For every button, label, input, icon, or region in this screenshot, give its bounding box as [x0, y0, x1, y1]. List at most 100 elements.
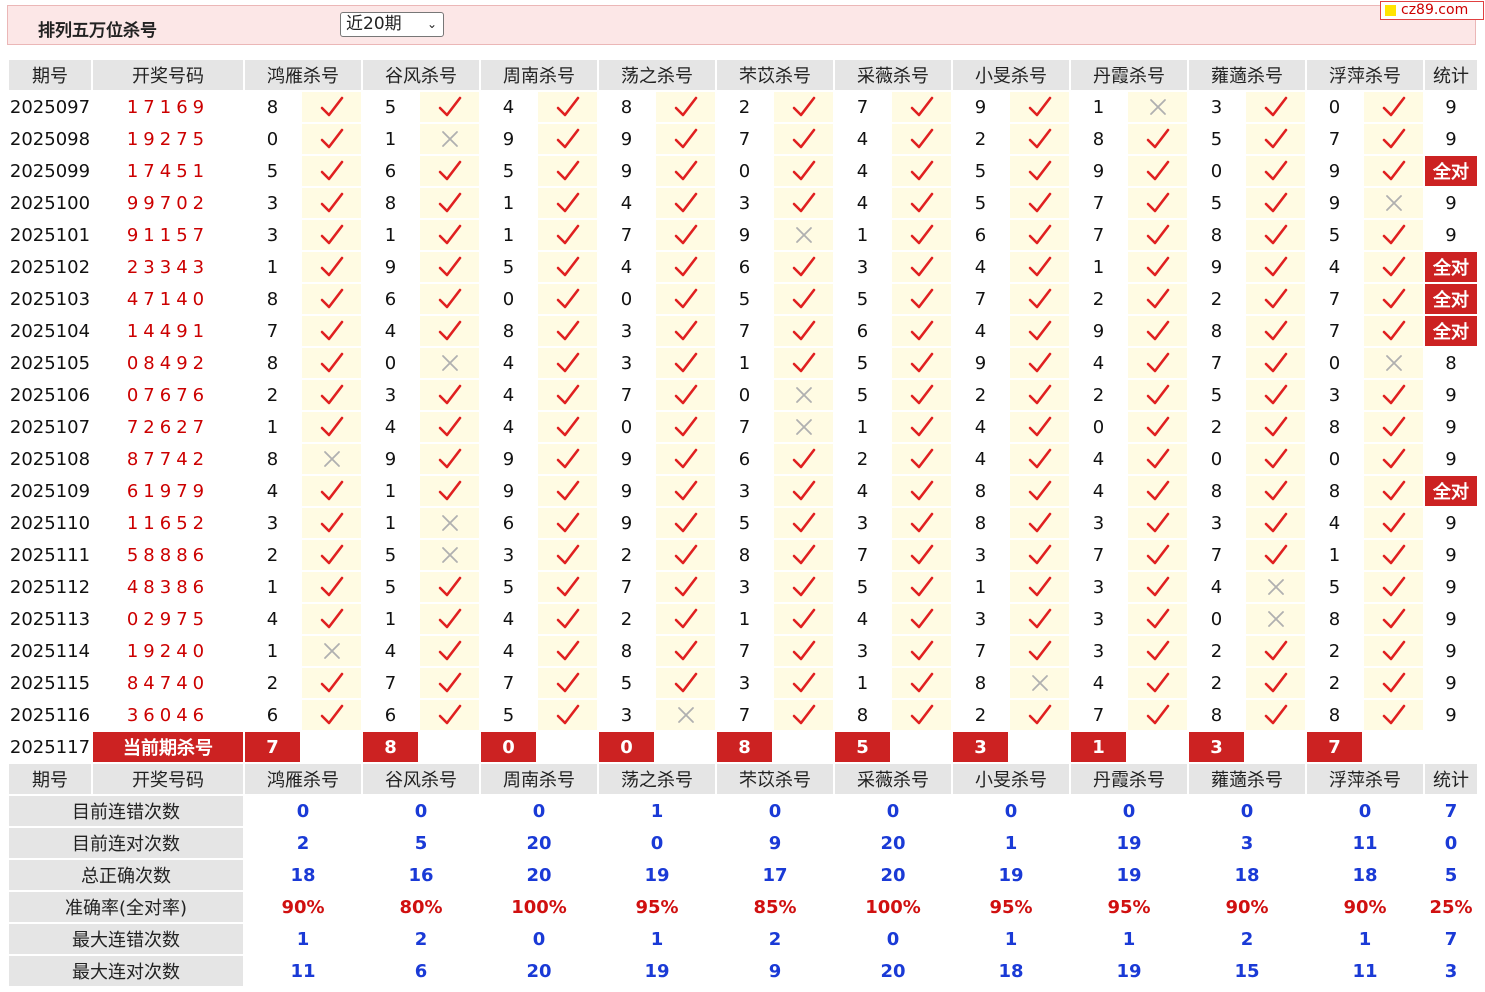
check-icon — [772, 506, 835, 540]
check-icon — [1008, 698, 1071, 732]
stats-value: 19 — [951, 858, 1071, 892]
winning-number-cell: 36046 — [91, 698, 245, 732]
check-icon — [1008, 282, 1071, 316]
kill-number-cell: 3 — [1069, 570, 1128, 604]
check-icon — [890, 506, 953, 540]
current-kill-number: 3 — [951, 730, 1010, 764]
kill-number-cell: 8 — [243, 346, 302, 380]
stats-value: 0 — [479, 794, 599, 828]
check-icon — [536, 122, 599, 156]
stats-value: 19 — [1069, 826, 1189, 860]
kill-number-cell: 7 — [715, 122, 774, 156]
check-icon — [654, 538, 717, 572]
current-kill-number: 8 — [715, 730, 774, 764]
check-icon — [300, 410, 363, 444]
check-icon — [1244, 346, 1307, 380]
kill-number-cell: 9 — [479, 122, 538, 156]
col-expert-header: 小旻杀号 — [951, 58, 1071, 92]
kill-number-cell: 4 — [361, 314, 420, 348]
check-icon — [1362, 154, 1425, 188]
stats-value: 95% — [951, 890, 1071, 924]
kill-number-cell: 1 — [833, 666, 892, 700]
check-icon — [418, 666, 481, 700]
check-icon — [300, 282, 363, 316]
check-icon — [536, 602, 599, 636]
stats-value: 85% — [715, 890, 835, 924]
stats-row: 最大连对次数 11 6 20 19 9 20 18 19 15 11 3 — [7, 954, 1479, 988]
check-icon — [1362, 570, 1425, 604]
kill-number-cell: 4 — [243, 474, 302, 508]
check-icon — [1362, 634, 1425, 668]
kill-number-cell: 5 — [479, 698, 538, 732]
check-icon — [1362, 218, 1425, 252]
kill-number-cell: 5 — [1187, 378, 1246, 412]
check-icon — [890, 602, 953, 636]
check-icon — [1008, 314, 1071, 348]
check-icon — [1244, 666, 1307, 700]
table-row: 2025101 91157 3 1 1 7 9 1 6 7 8 5 9 — [7, 218, 1479, 252]
check-icon — [300, 378, 363, 412]
kill-number-cell: 9 — [361, 250, 420, 284]
kill-number-cell: 9 — [715, 218, 774, 252]
check-icon — [536, 314, 599, 348]
blank-cell — [1126, 730, 1189, 764]
check-icon — [418, 154, 481, 188]
check-icon — [536, 442, 599, 476]
kill-number-cell: 4 — [479, 90, 538, 124]
kill-number-cell: 9 — [597, 474, 656, 508]
kill-number-cell: 4 — [597, 186, 656, 220]
kill-number-cell: 6 — [833, 314, 892, 348]
stats-value: 6 — [361, 954, 481, 988]
check-icon — [890, 250, 953, 284]
blank-cell — [654, 730, 717, 764]
kill-number-cell: 2 — [1187, 282, 1246, 316]
cross-icon — [772, 218, 835, 252]
kill-number-cell: 9 — [1069, 154, 1128, 188]
check-icon — [654, 250, 717, 284]
kill-number-cell: 5 — [361, 538, 420, 572]
kill-number-cell: 5 — [1187, 186, 1246, 220]
kill-number-cell: 7 — [1305, 282, 1364, 316]
kill-number-cell: 6 — [715, 250, 774, 284]
check-icon — [300, 602, 363, 636]
brand-badge[interactable]: cz89.com — [1380, 1, 1484, 20]
check-icon — [536, 186, 599, 220]
stats-value: 18 — [1305, 858, 1425, 892]
check-icon — [1126, 602, 1189, 636]
kill-number-cell: 4 — [951, 250, 1010, 284]
kill-number-cell: 1 — [1069, 250, 1128, 284]
kill-number-cell: 5 — [833, 346, 892, 380]
kill-number-cell: 2 — [243, 378, 302, 412]
kill-number-cell: 4 — [479, 602, 538, 636]
period-cell: 2025101 — [7, 218, 93, 252]
period-range-select[interactable]: 近20期 ⌄ — [340, 12, 444, 37]
stats-value: 5 — [361, 826, 481, 860]
stats-value: 1 — [1069, 922, 1189, 956]
stats-label: 最大连错次数 — [7, 922, 245, 956]
kill-number-cell: 0 — [1187, 442, 1246, 476]
kill-number-cell: 0 — [715, 154, 774, 188]
check-icon — [772, 186, 835, 220]
period-cell: 2025097 — [7, 90, 93, 124]
cross-icon — [1008, 666, 1071, 700]
kill-number-cell: 0 — [361, 346, 420, 380]
kill-number-cell: 4 — [833, 154, 892, 188]
kill-number-cell: 7 — [361, 666, 420, 700]
stats-value: 95% — [597, 890, 717, 924]
check-icon — [1362, 474, 1425, 508]
total-cell: 9 — [1423, 570, 1479, 604]
check-icon — [890, 346, 953, 380]
check-icon — [536, 474, 599, 508]
kill-number-cell: 2 — [833, 442, 892, 476]
stats-value: 20 — [479, 954, 599, 988]
check-icon — [1008, 442, 1071, 476]
check-icon — [654, 410, 717, 444]
kill-number-cell: 3 — [1069, 634, 1128, 668]
kill-number-cell: 0 — [243, 122, 302, 156]
stats-total: 25% — [1423, 890, 1479, 924]
check-icon — [890, 122, 953, 156]
kill-number-cell: 3 — [597, 346, 656, 380]
stats-value: 2 — [715, 922, 835, 956]
stats-value: 2 — [1187, 922, 1307, 956]
check-icon — [300, 122, 363, 156]
